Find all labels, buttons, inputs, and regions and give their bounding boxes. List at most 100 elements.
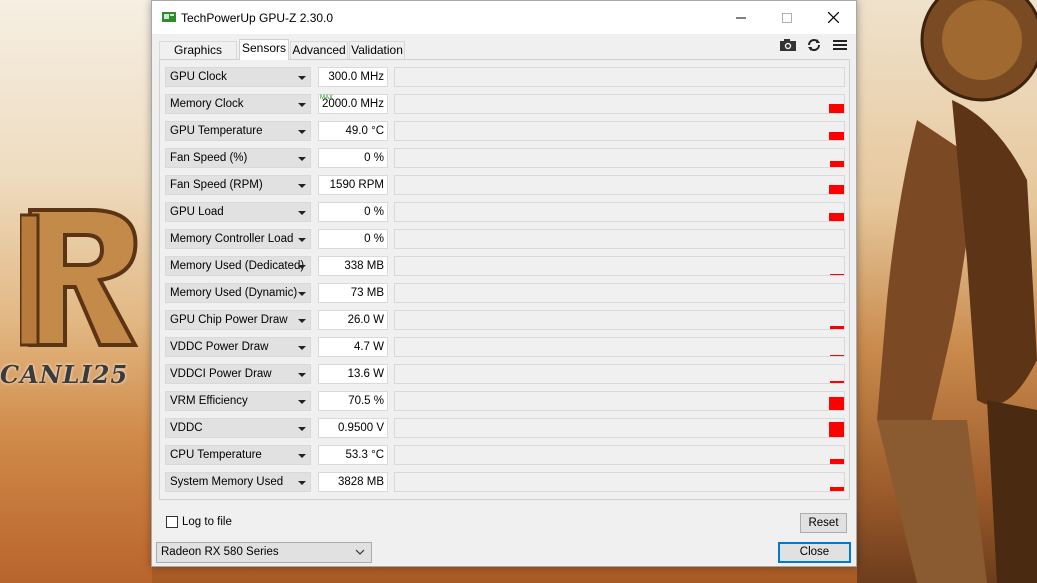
- sensor-value-box[interactable]: 70.5 %: [318, 391, 388, 411]
- sensor-value-box[interactable]: 300.0 MHz: [318, 67, 388, 87]
- sensor-name-dropdown[interactable]: VDDC: [165, 418, 311, 438]
- sensor-graph: [394, 121, 845, 141]
- sensor-value-box[interactable]: 13.6 W: [318, 364, 388, 384]
- sensor-value: 53.3 °C: [345, 449, 384, 461]
- sensor-row: Fan Speed (RPM) 1590 RPM: [165, 175, 845, 197]
- sensor-name-dropdown[interactable]: Fan Speed (RPM): [165, 175, 311, 195]
- sensor-value-box[interactable]: 0.9500 V: [318, 418, 388, 438]
- sensor-graph: [394, 337, 845, 357]
- sensor-row: Memory Used (Dedicated) 338 MB: [165, 256, 845, 278]
- sensor-graph-bar: [829, 422, 844, 437]
- sensor-name-dropdown[interactable]: Memory Controller Load: [165, 229, 311, 249]
- sensor-name: VDDCI Power Draw: [170, 368, 272, 380]
- tab-validation[interactable]: Validation: [349, 41, 405, 59]
- sensor-graph: [394, 418, 845, 438]
- sensor-name-dropdown[interactable]: GPU Chip Power Draw: [165, 310, 311, 330]
- sensor-graph: [394, 256, 845, 276]
- dropdown-arrow-icon: [298, 76, 306, 80]
- sensor-name-dropdown[interactable]: CPU Temperature: [165, 445, 311, 465]
- sensor-name-dropdown[interactable]: GPU Load: [165, 202, 311, 222]
- gpu-selector-value: Radeon RX 580 Series: [161, 546, 279, 558]
- sensor-name-dropdown[interactable]: VDDC Power Draw: [165, 337, 311, 357]
- sensor-row: Memory Used (Dynamic) 73 MB: [165, 283, 845, 305]
- tab-sensors[interactable]: Sensors: [239, 39, 289, 60]
- log-to-file-label[interactable]: Log to file: [182, 516, 232, 528]
- camera-icon[interactable]: [779, 37, 797, 53]
- sensor-name-dropdown[interactable]: GPU Temperature: [165, 121, 311, 141]
- sensor-name-dropdown[interactable]: Memory Clock: [165, 94, 311, 114]
- sensor-graph-bar: [830, 381, 844, 383]
- chevron-down-icon: [355, 549, 365, 555]
- gpu-selector[interactable]: Radeon RX 580 Series: [156, 542, 372, 563]
- sensor-graph: [394, 391, 845, 411]
- dropdown-arrow-icon: [298, 373, 306, 377]
- sensor-value-box[interactable]: MAX 2000.0 MHz: [318, 94, 388, 114]
- tab-graphics-card[interactable]: Graphics Card: [159, 41, 237, 74]
- gpu-card-icon: [162, 12, 176, 22]
- sensor-row: VDDCI Power Draw 13.6 W: [165, 364, 845, 386]
- sensor-value-box[interactable]: 49.0 °C: [318, 121, 388, 141]
- close-button[interactable]: Close: [778, 542, 851, 563]
- dropdown-arrow-icon: [298, 184, 306, 188]
- sensor-value: 338 MB: [344, 260, 384, 272]
- maximize-button[interactable]: [764, 1, 810, 34]
- sensor-name: Memory Controller Load: [170, 233, 294, 245]
- sensors-panel: GPU Clock 300.0 MHz Memory Clock MAX 2000.0 …: [159, 59, 850, 500]
- sensor-row: GPU Clock 300.0 MHz: [165, 67, 845, 89]
- menu-icon[interactable]: [831, 37, 849, 53]
- sensor-row: CPU Temperature 53.3 °C: [165, 445, 845, 467]
- sensor-name: GPU Temperature: [170, 125, 263, 137]
- reset-button[interactable]: Reset: [800, 513, 847, 533]
- close-window-button[interactable]: [810, 1, 856, 34]
- sensor-name: GPU Clock: [170, 71, 227, 83]
- sensor-name: VDDC: [170, 422, 203, 434]
- minimize-icon: [736, 17, 746, 18]
- sensor-value-box[interactable]: 3828 MB: [318, 472, 388, 492]
- sensor-name-dropdown[interactable]: Memory Used (Dynamic): [165, 283, 311, 303]
- title-bar[interactable]: TechPowerUp GPU-Z 2.30.0: [152, 1, 856, 34]
- sensor-graph: [394, 364, 845, 384]
- sensor-graph-bar: [830, 161, 844, 167]
- refresh-icon[interactable]: [805, 37, 823, 53]
- wallpaper-brand-text: CANLI25: [0, 360, 129, 389]
- sensor-row: Fan Speed (%) 0 %: [165, 148, 845, 170]
- sensor-graph: [394, 445, 845, 465]
- sensor-name: GPU Load: [170, 206, 224, 218]
- sensor-name: Fan Speed (RPM): [170, 179, 263, 191]
- sensor-row: System Memory Used 3828 MB: [165, 472, 845, 494]
- sensor-graph: [394, 67, 845, 87]
- sensor-graph-bar: [830, 355, 844, 356]
- sensor-value-box[interactable]: 338 MB: [318, 256, 388, 276]
- sensor-value-box[interactable]: 0 %: [318, 148, 388, 168]
- sensor-name-dropdown[interactable]: Fan Speed (%): [165, 148, 311, 168]
- sensor-graph: [394, 310, 845, 330]
- sensor-value: 3828 MB: [337, 476, 384, 488]
- sensor-graph: [394, 175, 845, 195]
- sensor-name-dropdown[interactable]: System Memory Used: [165, 472, 311, 492]
- sensor-value-box[interactable]: 4.7 W: [318, 337, 388, 357]
- dropdown-arrow-icon: [298, 130, 306, 134]
- sensor-value-box[interactable]: 26.0 W: [318, 310, 388, 330]
- close-icon: [827, 12, 839, 23]
- sensor-name-dropdown[interactable]: VRM Efficiency: [165, 391, 311, 411]
- sensor-name: CPU Temperature: [170, 449, 262, 461]
- sensor-name-dropdown[interactable]: Memory Used (Dedicated): [165, 256, 311, 276]
- sensor-value-box[interactable]: 73 MB: [318, 283, 388, 303]
- sensor-graph-bar: [829, 213, 844, 221]
- log-to-file-checkbox[interactable]: [166, 516, 178, 528]
- sensor-value-box[interactable]: 0 %: [318, 202, 388, 222]
- sensor-graph: [394, 283, 845, 303]
- sensor-name: VDDC Power Draw: [170, 341, 269, 353]
- sensor-row: VDDC 0.9500 V: [165, 418, 845, 440]
- sensor-value-box[interactable]: 1590 RPM: [318, 175, 388, 195]
- sensor-value-box[interactable]: 53.3 °C: [318, 445, 388, 465]
- sensor-name-dropdown[interactable]: VDDCI Power Draw: [165, 364, 311, 384]
- sensor-name-dropdown[interactable]: GPU Clock: [165, 67, 311, 87]
- tab-advanced[interactable]: Advanced: [290, 41, 348, 59]
- sensor-value: 26.0 W: [347, 314, 384, 326]
- minimize-button[interactable]: [718, 1, 764, 34]
- sensor-value: 300.0 MHz: [328, 71, 384, 83]
- sensor-graph-bar: [830, 487, 844, 491]
- sensor-value-box[interactable]: 0 %: [318, 229, 388, 249]
- sensor-row: Memory Controller Load 0 %: [165, 229, 845, 251]
